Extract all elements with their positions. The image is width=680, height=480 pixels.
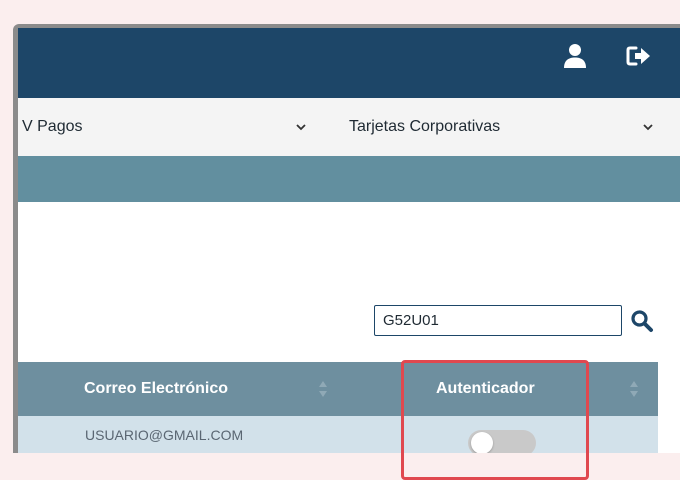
chevron-down-icon[interactable] bbox=[642, 122, 654, 132]
sub-navigation-bar bbox=[18, 156, 680, 202]
user-profile-button[interactable] bbox=[561, 42, 589, 70]
user-icon bbox=[564, 44, 586, 68]
highlight-box bbox=[401, 360, 589, 480]
column-header-email[interactable]: Correo Electrónico bbox=[84, 362, 228, 416]
sign-out-icon bbox=[626, 46, 650, 66]
menu-item-label: Tarjetas Corporativas bbox=[349, 118, 501, 135]
sort-icon[interactable] bbox=[629, 379, 639, 399]
column-header-label: Correo Electrónico bbox=[84, 380, 229, 397]
search-button[interactable] bbox=[630, 309, 654, 333]
menu-item-label: V Pagos bbox=[22, 118, 83, 135]
email-cell: USUARIO@GMAIL.COM bbox=[85, 426, 244, 443]
sort-icon[interactable] bbox=[318, 379, 328, 399]
top-header bbox=[18, 28, 680, 98]
chevron-down-icon[interactable] bbox=[295, 122, 307, 132]
search-input[interactable] bbox=[374, 305, 622, 336]
search-icon bbox=[631, 310, 653, 332]
main-menu: V Pagos Tarjetas Corporativas bbox=[18, 98, 680, 157]
menu-item-tarjetas-corporativas[interactable]: Tarjetas Corporativas bbox=[349, 98, 500, 156]
menu-item-pagos[interactable]: V Pagos bbox=[22, 98, 82, 156]
logout-button[interactable] bbox=[625, 42, 653, 70]
